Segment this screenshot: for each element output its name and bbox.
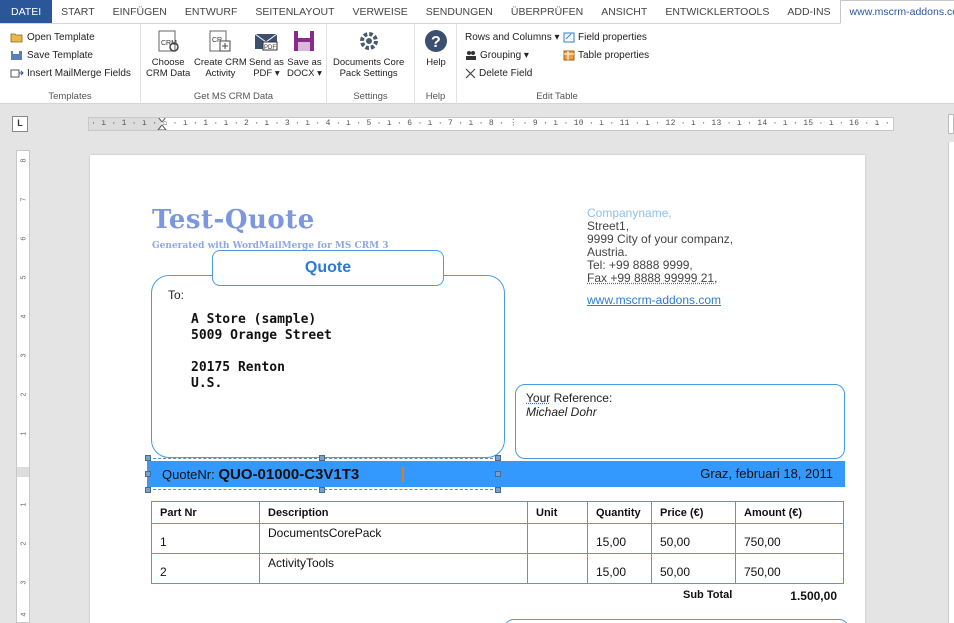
ruler-right-edge — [948, 114, 954, 134]
delete-field-button[interactable]: Delete Field — [465, 68, 532, 79]
save-template-button[interactable]: Save Template — [10, 50, 93, 61]
insert-mailmerge-fields-button[interactable]: Insert MailMerge Fields — [10, 68, 131, 79]
pdf-mail-icon: PDF — [253, 28, 279, 54]
recipient-address: A Store (sample) 5009 Orange Street 2017… — [191, 312, 332, 391]
tab-verweise[interactable]: VERWEISE — [344, 0, 417, 23]
tab-entwicklertools[interactable]: ENTWICKLERTOOLS — [656, 0, 778, 23]
table-row[interactable]: 2 ActivityTools 15,00 50,00 750,00 — [151, 553, 844, 584]
group-label-edit-table: Edit Table — [536, 91, 578, 102]
quote-heading: Quote — [212, 250, 444, 286]
document-page[interactable]: Test-Quote Generated with WordMailMerge … — [90, 155, 865, 623]
group-label-help: Help — [425, 91, 446, 102]
resize-handle[interactable] — [145, 471, 151, 477]
help-question-icon: ? — [423, 28, 449, 54]
create-crm-activity-button[interactable]: CR Create CRM Activity — [194, 28, 247, 79]
group-label-crm: Get MS CRM Data — [193, 91, 274, 102]
items-table[interactable]: Part Nr Description Unit Quantity Price … — [151, 501, 844, 584]
resize-handle[interactable] — [319, 455, 325, 461]
help-button[interactable]: ? Help — [423, 28, 449, 68]
company-fax: Fax +99 8888 99999 21, — [587, 271, 718, 285]
vertical-ruler[interactable]: 8 7 6 5 4 3 2 1 1 2 3 4 — [16, 150, 30, 623]
send-as-pdf-button[interactable]: PDF Send as PDF ▾ — [249, 28, 284, 79]
save-template-icon — [11, 51, 22, 60]
indent-marker-icon[interactable] — [157, 117, 167, 131]
horizontal-ruler-area: L · ı · 1 · ı · ⌂ · ı · 1 · ı · 2 · ı · … — [0, 104, 954, 142]
tab-datei[interactable]: DATEI — [0, 0, 53, 23]
table-properties-button[interactable]: Table properties — [563, 50, 649, 61]
crm-data-icon: CRM — [155, 28, 181, 54]
delete-x-icon — [465, 68, 476, 79]
to-label: To: — [168, 288, 185, 302]
group-label-templates: Templates — [48, 91, 92, 102]
tab-mscrm-addons[interactable]: www.mscrm-addons.com — [839, 0, 954, 24]
save-disk-icon — [291, 28, 317, 54]
choose-crm-data-button[interactable]: CRM Choose CRM Data — [146, 28, 190, 79]
save-as-docx-button[interactable]: Save as DOCX ▾ — [287, 28, 322, 79]
subtotal-value: 1.500,00 — [790, 589, 837, 603]
reference-name: Michael Dohr — [526, 405, 597, 419]
tab-start[interactable]: START — [52, 0, 103, 23]
document-title: Test-Quote — [152, 205, 315, 235]
svg-text:?: ? — [431, 34, 441, 51]
svg-text:PDF: PDF — [264, 45, 276, 51]
documents-core-pack-settings-button[interactable]: Documents Core Pack Settings — [333, 28, 404, 79]
tab-entwurf[interactable]: ENTWURF — [176, 0, 247, 23]
tab-ueberpruefen[interactable]: ÜBERPRÜFEN — [502, 0, 592, 23]
subtotal-label: Sub Total — [683, 589, 733, 601]
company-website-link[interactable]: www.mscrm-addons.com — [587, 294, 733, 307]
horizontal-ruler[interactable]: · ı · 1 · ı · ⌂ · ı · 1 · ı · 2 · ı · 3 … — [88, 117, 894, 131]
ribbon: Open Template Save Template Insert MailM… — [0, 24, 954, 104]
quote-date: Graz, februari 18, 2011 — [700, 466, 833, 481]
ribbon-tabs: DATEI START EINFÜGEN ENTWURF SEITENLAYOU… — [0, 0, 954, 24]
group-settings: Documents Core Pack Settings Settings — [327, 24, 415, 104]
selection-frame[interactable] — [145, 455, 501, 493]
group-templates: Open Template Save Template Insert MailM… — [0, 24, 141, 104]
word-window: DATEI START EINFÜGEN ENTWURF SEITENLAYOU… — [0, 0, 954, 623]
folder-open-icon — [10, 33, 23, 43]
tab-ansicht[interactable]: ANSICHT — [592, 0, 656, 23]
field-properties-button[interactable]: Field properties — [563, 32, 647, 43]
crm-activity-icon: CR — [207, 28, 233, 54]
grouping-icon — [466, 51, 476, 60]
group-label-settings: Settings — [353, 91, 388, 102]
resize-handle[interactable] — [495, 455, 501, 461]
resize-handle[interactable] — [495, 487, 501, 493]
resize-handle[interactable] — [319, 487, 325, 493]
field-properties-icon — [563, 32, 575, 43]
tab-selector[interactable]: L — [12, 116, 28, 132]
tab-einfuegen[interactable]: EINFÜGEN — [104, 0, 176, 23]
reference-label: Your Reference: — [526, 391, 613, 405]
group-help: ? Help Help — [415, 24, 457, 104]
resize-handle[interactable] — [495, 471, 501, 477]
totals-box — [504, 619, 849, 623]
company-address: Companyname, Street1, 9999 City of your … — [587, 207, 733, 307]
ruler-scale: · ı · 1 · ı · ⌂ · ı · 1 · ı · 2 · ı · 3 … — [91, 119, 893, 128]
insert-fields-icon — [10, 69, 24, 78]
grouping-button[interactable]: Grouping ▾ — [465, 50, 529, 61]
resize-handle[interactable] — [145, 487, 151, 493]
table-header-row: Part Nr Description Unit Quantity Price … — [151, 501, 844, 524]
tab-seitenlayout[interactable]: SEITENLAYOUT — [246, 0, 343, 23]
group-edit-table: Rows and Columns ▾ Grouping ▾ Delete Fie… — [457, 24, 657, 104]
rows-and-columns-button[interactable]: Rows and Columns ▾ — [465, 32, 560, 43]
vruler-margin-marker[interactable] — [17, 467, 29, 477]
table-properties-icon — [563, 50, 575, 61]
open-template-button[interactable]: Open Template — [10, 32, 95, 43]
group-get-crm-data: CRM Choose CRM Data CR Create CRM Activi… — [141, 24, 327, 104]
tab-add-ins[interactable]: ADD-INS — [778, 0, 839, 23]
resize-handle[interactable] — [145, 455, 151, 461]
tab-sendungen[interactable]: SENDUNGEN — [417, 0, 502, 23]
vertical-scrollbar[interactable] — [948, 142, 954, 623]
gear-icon — [356, 28, 382, 54]
reference-box: Your Reference: Michael Dohr — [515, 384, 845, 459]
table-row[interactable]: 1 DocumentsCorePack 15,00 50,00 750,00 — [151, 523, 844, 554]
